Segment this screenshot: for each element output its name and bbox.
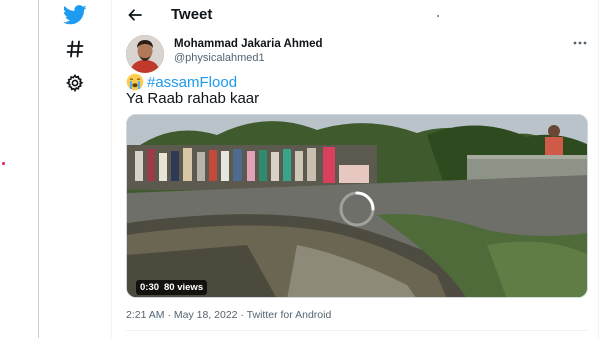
column-right-border [598, 0, 599, 338]
hashtag-link[interactable]: #assamFlood [147, 74, 237, 91]
video-player[interactable]: 0:30 80 views [126, 114, 588, 298]
video-badge: 0:30 80 views [136, 280, 208, 295]
tweet-header: Tweet [112, 0, 598, 30]
video-thumbnail [127, 115, 587, 297]
back-button[interactable] [124, 4, 146, 26]
video-duration: 0:30 [140, 282, 160, 293]
twitter-bird-icon [63, 5, 87, 25]
column-left-border [111, 0, 112, 338]
settings-link[interactable] [62, 70, 88, 96]
tweet-source[interactable]: Twitter for Android [247, 309, 332, 321]
page-title: Tweet [171, 6, 213, 23]
tweet-text-line-1: #assamFlood [126, 72, 237, 92]
author-handle[interactable]: @physicalahmed1 [174, 52, 265, 64]
tweet-time[interactable]: 2:21 AM [126, 309, 165, 321]
tweet-meta: 2:21 AM · May 18, 2022 · Twitter for And… [126, 309, 331, 321]
window-left-border [38, 0, 39, 338]
red-marker [2, 162, 5, 165]
tweet-text: Ya Raab rahab kaar [126, 90, 260, 107]
more-button[interactable] [570, 36, 590, 50]
meta-separator: · [240, 309, 244, 321]
hashtag-icon [66, 40, 84, 58]
gear-icon [66, 74, 84, 92]
arrow-left-icon [128, 9, 142, 21]
crying-face-emoji [126, 73, 144, 91]
author-name[interactable]: Mohammad Jakaria Ahmed [174, 38, 322, 50]
video-views: 80 views [164, 282, 204, 293]
twitter-home-link[interactable] [62, 2, 88, 28]
divider [126, 330, 588, 331]
speck [437, 15, 439, 17]
more-horizontal-icon [573, 41, 587, 45]
meta-separator: · [167, 309, 171, 321]
tweet-date[interactable]: May 18, 2022 [174, 309, 238, 321]
avatar[interactable] [126, 35, 164, 73]
explore-link[interactable] [62, 36, 88, 62]
